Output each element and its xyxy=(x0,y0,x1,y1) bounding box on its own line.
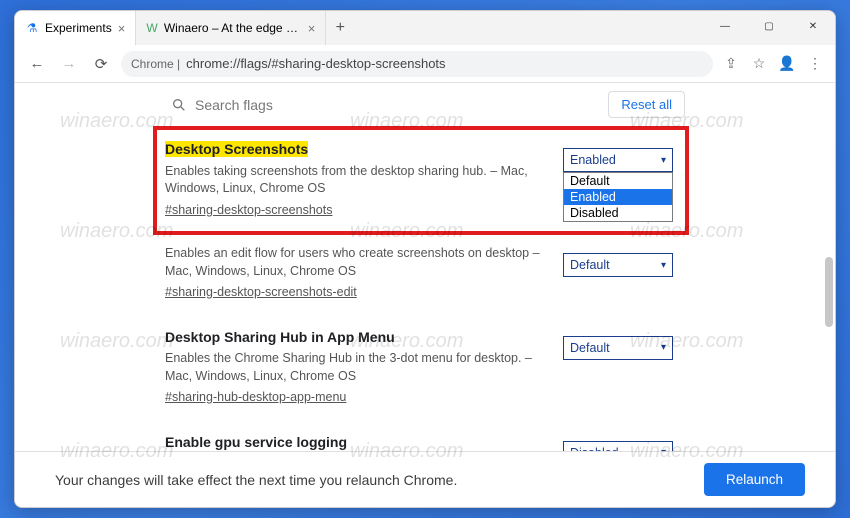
flag-description: Enables an edit flow for users who creat… xyxy=(165,245,543,280)
flag-gpu-service-logging: Enable gpu service logging Enable printi… xyxy=(159,421,685,451)
relaunch-message: Your changes will take effect the next t… xyxy=(55,472,457,488)
chrome-window: ⚗ Experiments × W Winaero – At the edge … xyxy=(14,10,836,508)
flag-anchor-link[interactable]: #sharing-desktop-screenshots-edit xyxy=(165,284,357,302)
reset-all-button[interactable]: Reset all xyxy=(608,91,685,118)
flag-state-select[interactable]: Disabled ▾ xyxy=(563,441,673,451)
select-value: Default xyxy=(570,258,610,272)
select-value: Disabled xyxy=(570,446,619,451)
site-icon: W xyxy=(146,21,158,35)
profile-icon[interactable]: 👤 xyxy=(777,54,797,74)
back-button[interactable]: ← xyxy=(25,52,49,76)
flag-title: Desktop Sharing Hub in App Menu xyxy=(165,328,543,348)
flag-sharing-hub-app-menu: Desktop Sharing Hub in App Menu Enables … xyxy=(159,316,685,421)
minimize-button[interactable]: — xyxy=(703,11,747,41)
select-value: Default xyxy=(570,341,610,355)
search-row: Search flags Reset all xyxy=(15,83,835,128)
flags-page: Search flags Reset all Desktop Screensho… xyxy=(15,83,835,451)
menu-icon[interactable]: ⋮ xyxy=(805,54,825,74)
search-icon xyxy=(171,97,187,113)
tab-label: Experiments xyxy=(45,21,112,35)
flag-description: Enables the Chrome Sharing Hub in the 3-… xyxy=(165,350,543,385)
share-icon[interactable]: ⇪ xyxy=(721,54,741,74)
flag-desktop-screenshots-edit: Desktop Screenshots Edit Mode Enables an… xyxy=(159,233,685,316)
close-icon[interactable]: × xyxy=(118,21,126,36)
relaunch-bar: Your changes will take effect the next t… xyxy=(15,451,835,507)
window-controls: — ▢ ✕ xyxy=(703,11,835,41)
chevron-down-icon: ▾ xyxy=(661,260,666,271)
close-icon[interactable]: × xyxy=(308,21,316,36)
titlebar: ⚗ Experiments × W Winaero – At the edge … xyxy=(15,11,835,45)
flag-desktop-screenshots: Desktop Screenshots Enables taking scree… xyxy=(159,128,685,233)
flag-state-select[interactable]: Enabled ▾ xyxy=(563,148,673,172)
flag-description: Enables taking screenshots from the desk… xyxy=(165,163,543,198)
omnibox-url: chrome://flags/#sharing-desktop-screensh… xyxy=(186,56,445,71)
chevron-down-icon: ▾ xyxy=(661,447,666,451)
tab-strip: ⚗ Experiments × W Winaero – At the edge … xyxy=(15,11,354,45)
chevron-down-icon: ▾ xyxy=(661,342,666,353)
search-placeholder: Search flags xyxy=(195,97,273,113)
flag-state-dropdown: Default Enabled Disabled xyxy=(563,172,673,222)
forward-button[interactable]: → xyxy=(57,52,81,76)
window-close-button[interactable]: ✕ xyxy=(791,11,835,41)
site-info-icon[interactable]: Chrome | xyxy=(131,57,180,71)
flag-state-select[interactable]: Default ▾ xyxy=(563,336,673,360)
flag-anchor-link[interactable]: #sharing-desktop-screenshots xyxy=(165,202,332,220)
dropdown-option[interactable]: Disabled xyxy=(564,205,672,221)
flask-icon: ⚗ xyxy=(25,21,39,35)
relaunch-button[interactable]: Relaunch xyxy=(704,463,805,496)
scrollbar-thumb[interactable] xyxy=(825,257,833,327)
select-value: Enabled xyxy=(570,153,616,167)
dropdown-option[interactable]: Enabled xyxy=(564,189,672,205)
toolbar: ← → ⟳ Chrome | chrome://flags/#sharing-d… xyxy=(15,45,835,83)
tab-label: Winaero – At the edge of tweak xyxy=(164,21,302,35)
new-tab-button[interactable]: + xyxy=(326,11,354,45)
flag-title: Desktop Screenshots xyxy=(165,140,543,160)
bookmark-icon[interactable]: ☆ xyxy=(749,54,769,74)
tab-experiments[interactable]: ⚗ Experiments × xyxy=(15,11,136,45)
flag-list: Desktop Screenshots Enables taking scree… xyxy=(15,128,835,451)
reload-button[interactable]: ⟳ xyxy=(89,52,113,76)
flag-state-select[interactable]: Default ▾ xyxy=(563,253,673,277)
maximize-button[interactable]: ▢ xyxy=(747,11,791,41)
flag-anchor-link[interactable]: #sharing-hub-desktop-app-menu xyxy=(165,389,346,407)
flag-title: Enable gpu service logging xyxy=(165,433,543,451)
chevron-down-icon: ▾ xyxy=(661,155,666,166)
omnibox[interactable]: Chrome | chrome://flags/#sharing-desktop… xyxy=(121,51,713,77)
tab-winaero[interactable]: W Winaero – At the edge of tweak × xyxy=(136,11,326,45)
search-flags-input[interactable]: Search flags xyxy=(165,93,598,117)
dropdown-option[interactable]: Default xyxy=(564,173,672,189)
